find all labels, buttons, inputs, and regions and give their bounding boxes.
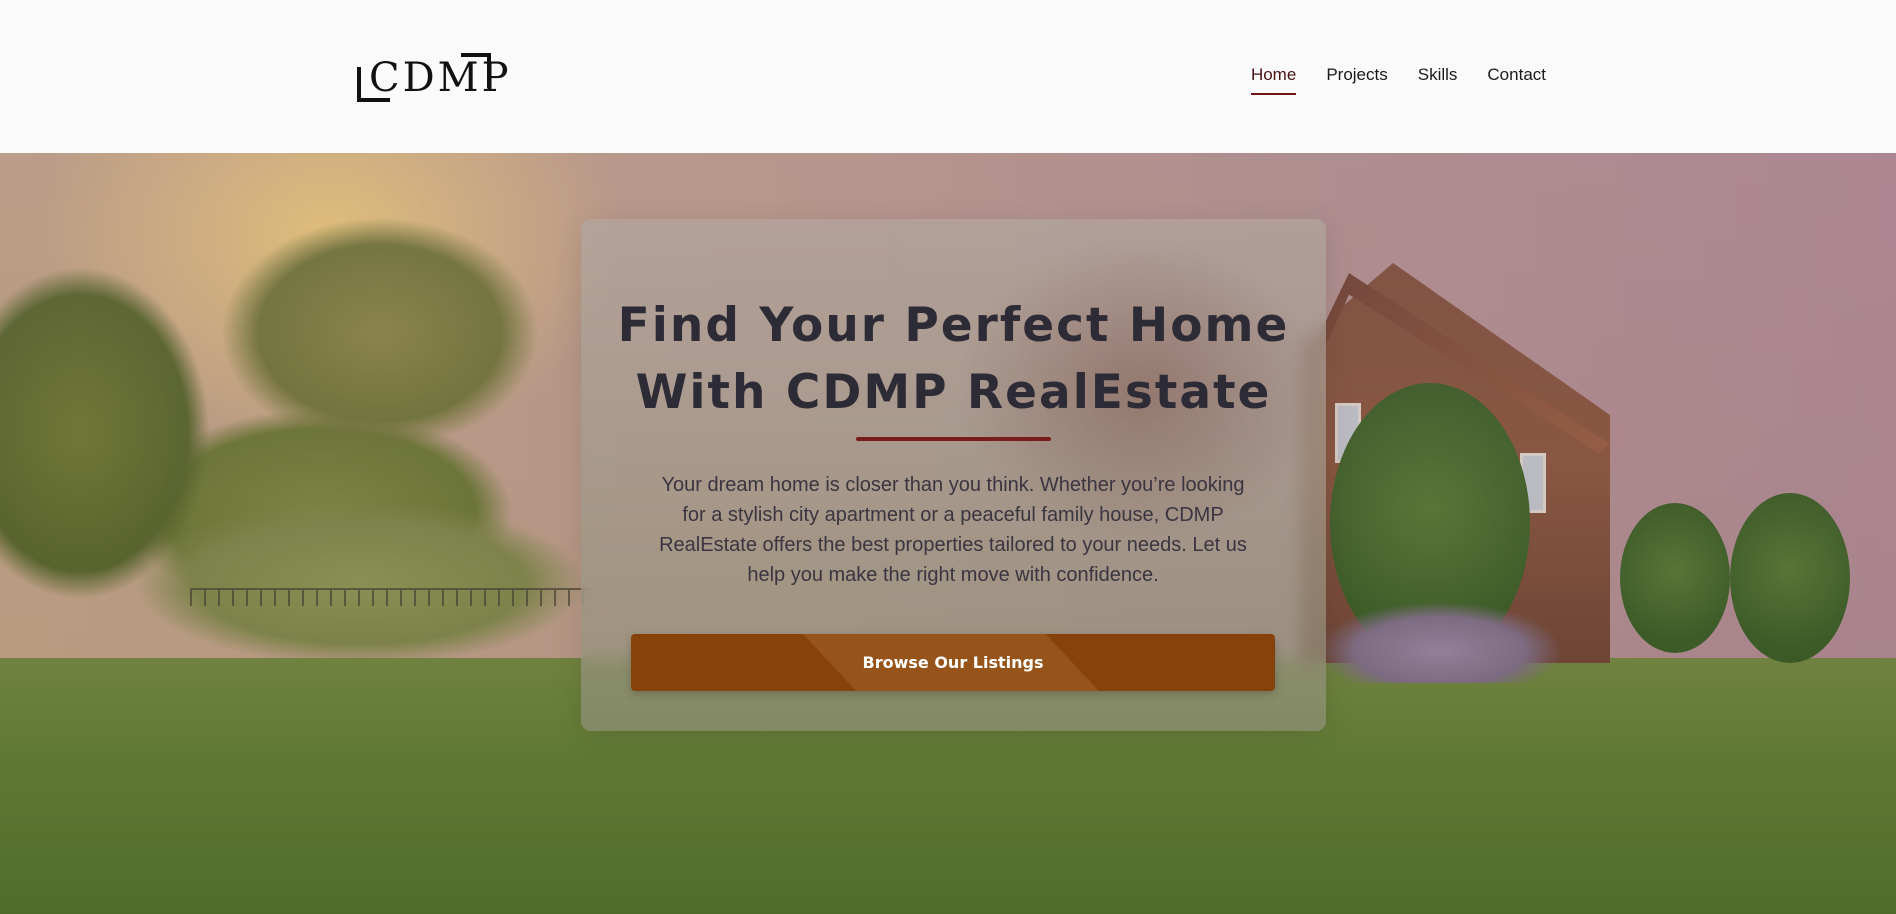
hero-title-line2: With CDMP RealEstate <box>635 365 1272 420</box>
hero-title: Find Your Perfect Home With CDMP RealEst… <box>581 292 1326 426</box>
nav-home[interactable]: Home <box>1250 64 1297 95</box>
site-header: CDMP Home Projects Skills Contact <box>0 0 1896 153</box>
logo[interactable]: CDMP <box>357 53 509 102</box>
hero-title-line1: Find Your Perfect Home <box>617 298 1290 353</box>
nav-skills[interactable]: Skills <box>1418 64 1458 86</box>
logo-text: CDMP <box>369 55 512 101</box>
nav-projects[interactable]: Projects <box>1326 64 1387 86</box>
hero-description: Your dream home is closer than you think… <box>659 474 1247 586</box>
browse-listings-button[interactable]: Browse Our Listings <box>631 634 1275 691</box>
title-underline <box>856 437 1051 441</box>
nav-contact[interactable]: Contact <box>1487 64 1546 86</box>
main-nav: Home Projects Skills Contact <box>1250 64 1546 95</box>
browse-listings-label: Browse Our Listings <box>862 653 1044 672</box>
